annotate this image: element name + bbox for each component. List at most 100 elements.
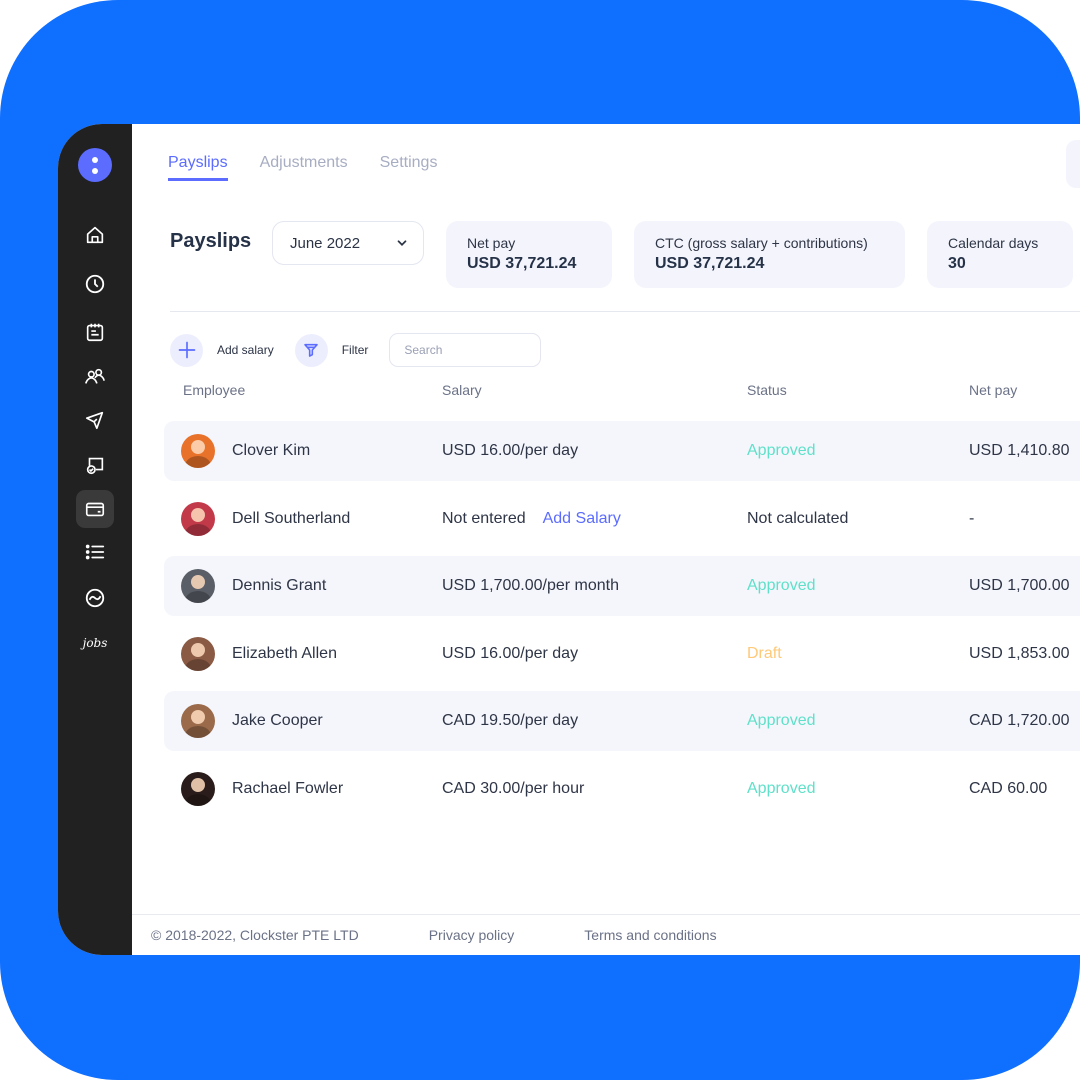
- avatar: [181, 501, 215, 536]
- status-badge: Draft: [747, 644, 782, 662]
- privacy-policy-link[interactable]: Privacy policy: [429, 927, 515, 943]
- column-header-net-pay[interactable]: Net pay: [969, 382, 1017, 398]
- table-row[interactable]: Dell Southerland Not entered Add Salary Not…: [164, 489, 1080, 549]
- sidebar-item-payroll[interactable]: [76, 490, 114, 528]
- table-row[interactable]: Clover Kim USD 16.00/per day Approved USD 1…: [164, 421, 1080, 481]
- avatar: [181, 636, 215, 671]
- status-badge: Approved: [747, 712, 816, 730]
- stat-label: Calendar days: [948, 235, 1039, 251]
- status-badge: Approved: [747, 780, 816, 797]
- terms-link[interactable]: Terms and conditions: [584, 927, 716, 943]
- tab-payslips[interactable]: Payslips: [168, 154, 228, 181]
- search-input[interactable]: [389, 333, 542, 367]
- net-pay-value: CAD 1,720.00: [969, 712, 1070, 730]
- table-row[interactable]: Jake Cooper CAD 19.50/per day Approved CAD …: [164, 691, 1080, 752]
- filter-button[interactable]: [294, 333, 328, 367]
- employee-name[interactable]: Dennis Grant: [232, 577, 326, 595]
- salary-value: USD 1,700.00/per month: [442, 577, 619, 595]
- stat-value: USD 37,721.24: [467, 255, 577, 272]
- month-select-value: June 2022: [290, 234, 361, 252]
- net-pay-value: USD 1,853.00: [969, 644, 1070, 662]
- sidebar-item-approvals[interactable]: [76, 446, 114, 484]
- copyright-text: © 2018-2022, Clockster PTE LTD: [151, 927, 359, 943]
- sidebar-item-integrations[interactable]: [76, 579, 114, 617]
- page-title: Payslips: [170, 230, 252, 252]
- sidebar-item-home[interactable]: [76, 216, 114, 254]
- employee-name[interactable]: Jake Cooper: [232, 712, 323, 730]
- list-icon: [85, 544, 105, 560]
- jobs-icon: jobs: [82, 636, 108, 650]
- salary-cell: USD 16.00/per day: [442, 624, 578, 684]
- avatar: [181, 569, 215, 604]
- salary-value: USD 16.00/per day: [442, 644, 579, 662]
- sidebar-item-people[interactable]: [76, 358, 114, 396]
- employee-name[interactable]: Clover Kim: [232, 442, 310, 460]
- salary-value: CAD 30.00/per hour: [442, 780, 585, 797]
- table-row[interactable]: Elizabeth Allen USD 16.00/per day Draft USD…: [164, 624, 1080, 684]
- net-pay-value: CAD 60.00: [969, 780, 1048, 797]
- stat-calendar-days: Calendar days 30: [927, 221, 1073, 288]
- plane-icon: [85, 411, 104, 430]
- table-row[interactable]: Rachael Fowler CAD 30.00/per hour Approved…: [164, 759, 1080, 819]
- employee-name[interactable]: Elizabeth Allen: [232, 645, 337, 663]
- stat-label: Net pay: [467, 235, 516, 251]
- salary-cell: USD 1,700.00/per month: [442, 556, 619, 616]
- add-salary-label[interactable]: Add salary: [217, 343, 274, 357]
- sidebar-item-lists[interactable]: [76, 533, 114, 571]
- avatar: [181, 772, 215, 806]
- salary-cell: Not entered Add Salary: [442, 489, 621, 549]
- salary-cell: USD 16.00/per day: [442, 421, 578, 481]
- status-badge: Not calculated: [747, 509, 849, 527]
- add-salary-button[interactable]: [170, 333, 203, 367]
- toolbar: Add salary Filter: [170, 333, 542, 367]
- employee-cell: Dennis Grant: [181, 556, 326, 616]
- add-salary-link[interactable]: Add Salary: [543, 510, 621, 528]
- tab-settings[interactable]: Settings: [380, 154, 438, 181]
- calendar-notes-icon: [86, 323, 104, 342]
- employee-cell: Clover Kim: [181, 421, 310, 481]
- yin-yang-icon: [85, 588, 105, 608]
- month-select[interactable]: June 2022: [272, 221, 424, 265]
- filter-label[interactable]: Filter: [342, 343, 369, 357]
- footer: © 2018-2022, Clockster PTE LTD Privacy p…: [132, 914, 1080, 955]
- net-pay-value: USD 1,700.00: [969, 577, 1070, 595]
- filter-icon: [304, 343, 319, 357]
- plus-icon: [178, 341, 195, 359]
- stat-value: 30: [948, 255, 966, 272]
- tab-bar: Payslips Adjustments Settings: [168, 154, 437, 181]
- tab-adjustments[interactable]: Adjustments: [260, 154, 348, 181]
- status-badge: Approved: [747, 442, 816, 459]
- app-window: jobs Payslips Adjustments Settings Paysl…: [58, 124, 1080, 955]
- employee-cell: Elizabeth Allen: [181, 624, 337, 684]
- clock-icon: [85, 274, 105, 294]
- sidebar: jobs: [58, 124, 132, 955]
- top-right-button[interactable]: [1066, 140, 1080, 188]
- salary-value: CAD 19.50/per day: [442, 712, 579, 730]
- sidebar-item-time-off[interactable]: [76, 401, 114, 439]
- net-pay-value: USD 1,410.80: [969, 442, 1070, 459]
- credit-card-icon: [85, 502, 105, 517]
- stat-net-pay: Net pay USD 37,721.24: [446, 221, 612, 288]
- employee-name[interactable]: Dell Southerland: [232, 510, 350, 528]
- status-badge: Approved: [747, 577, 816, 595]
- column-header-status[interactable]: Status: [747, 382, 787, 398]
- employee-cell: Rachael Fowler: [181, 759, 343, 819]
- salary-value: USD 16.00/per day: [442, 442, 579, 459]
- monitor-check-icon: [86, 457, 104, 475]
- stat-value: USD 37,721.24: [655, 255, 765, 272]
- table-row[interactable]: Dennis Grant USD 1,700.00/per month Approv…: [164, 556, 1080, 617]
- salary-value: Not entered: [442, 509, 526, 527]
- avatar: [181, 434, 215, 468]
- salary-cell: CAD 19.50/per day: [442, 691, 578, 751]
- column-header-employee[interactable]: Employee: [183, 382, 245, 398]
- stat-label: CTC (gross salary + contributions): [655, 235, 868, 251]
- chevron-down-icon: [397, 240, 407, 246]
- employee-name[interactable]: Rachael Fowler: [232, 780, 343, 798]
- sidebar-item-time[interactable]: [76, 265, 114, 303]
- column-header-salary[interactable]: Salary: [442, 382, 482, 398]
- sidebar-item-jobs[interactable]: jobs: [76, 624, 114, 662]
- employee-cell: Jake Cooper: [181, 691, 323, 751]
- sidebar-item-schedule[interactable]: [76, 313, 114, 351]
- app-logo-icon[interactable]: [78, 148, 112, 182]
- employee-cell: Dell Southerland: [181, 489, 350, 549]
